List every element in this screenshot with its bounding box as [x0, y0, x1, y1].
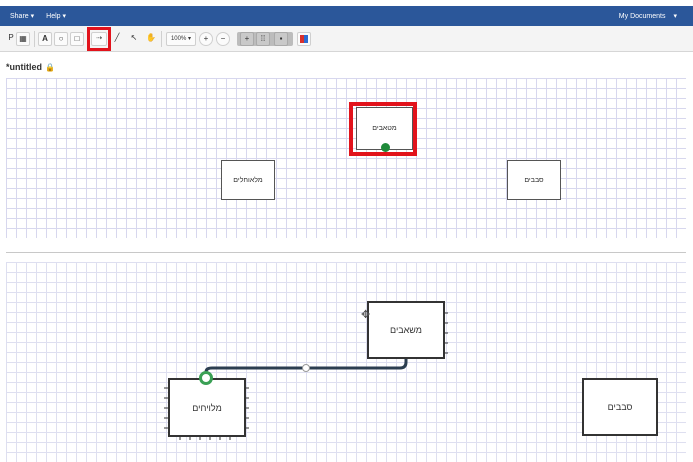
- connector-start-anchor[interactable]: [199, 371, 213, 385]
- node-label: משאבים: [390, 325, 422, 335]
- connector-midpoint-handle[interactable]: [302, 364, 310, 372]
- node-label: מלויחים: [192, 402, 222, 413]
- diagram-node-right-zoomed[interactable]: סבבים: [582, 378, 658, 436]
- diagram-node-center-zoomed[interactable]: משאבים: [367, 301, 445, 359]
- move-cursor-icon: ✥: [361, 309, 371, 321]
- diagram-node-left-zoomed[interactable]: מלויחים: [168, 378, 246, 437]
- app-root: Share ▾ Help ▾ My Documents ▾ P ▦ A ○ □ …: [0, 0, 693, 462]
- node-label: סבבים: [607, 402, 633, 412]
